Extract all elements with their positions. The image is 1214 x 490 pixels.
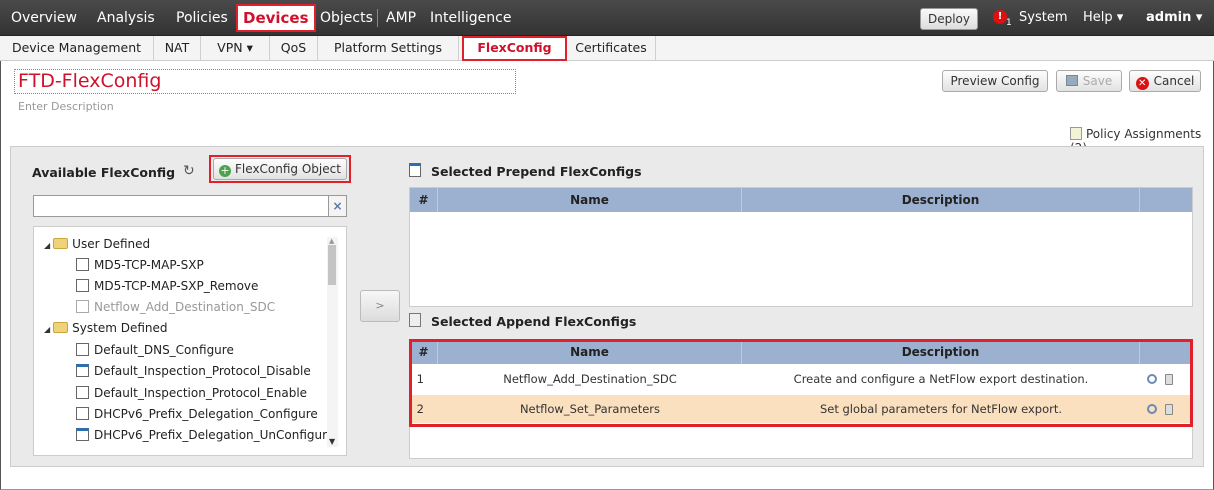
search-input[interactable] [33, 195, 329, 217]
append-icon [409, 313, 421, 327]
alert-icon[interactable]: ! [993, 10, 1007, 24]
save-label: Save [1082, 74, 1113, 88]
top-navigation-bar: Overview Analysis Policies Devices Objec… [0, 0, 1214, 36]
nav-overview[interactable]: Overview [11, 0, 77, 36]
tree-item-label: DHCPv6_Prefix_Delegation_UnConfigure [94, 428, 335, 442]
prepend-icon [409, 163, 421, 177]
add-to-selected-button[interactable]: > [360, 290, 400, 322]
tree-item-label: Default_Inspection_Protocol_Disable [94, 364, 311, 378]
document-icon [76, 279, 89, 292]
tree-folder-label: System Defined [72, 321, 168, 335]
nav-admin[interactable]: admin ▾ [1146, 0, 1202, 36]
tree-item-label: MD5-TCP-MAP-SXP [94, 258, 204, 272]
column-header-number: # [410, 188, 438, 212]
document-icon [76, 258, 89, 271]
tree-scrollbar[interactable]: ▲ ▼ [327, 237, 338, 447]
tree-item[interactable]: Netflow_Add_Destination_SDC [76, 297, 275, 317]
tab-flexconfig[interactable]: FlexConfig [462, 36, 567, 61]
preview-config-button[interactable]: Preview Config [942, 70, 1048, 92]
tree-item-label: Default_DNS_Configure [94, 343, 234, 357]
prepend-table-header: # Name Description [410, 188, 1192, 212]
tree-item[interactable]: MD5-TCP-MAP-SXP_Remove [76, 276, 258, 296]
flexconfig-tree: ◢ User Defined MD5-TCP-MAP-SXP MD5-TCP-MA… [33, 226, 347, 456]
cancel-button[interactable]: ✕ Cancel [1129, 70, 1201, 92]
tree-item[interactable]: MD5-TCP-MAP-SXP [76, 255, 204, 275]
nav-policies[interactable]: Policies [176, 0, 228, 36]
save-button[interactable]: Save [1056, 70, 1122, 92]
column-header-description: Description [742, 188, 1140, 212]
tab-nat[interactable]: NAT [154, 36, 201, 61]
document-icon [76, 386, 89, 399]
folder-icon [53, 322, 69, 333]
folder-icon [53, 238, 69, 249]
tab-device-management[interactable]: Device Management [0, 36, 154, 61]
save-icon [1065, 75, 1078, 86]
scroll-up-icon[interactable]: ▲ [329, 237, 334, 245]
tab-qos[interactable]: QoS [270, 36, 318, 61]
document-icon [76, 343, 89, 356]
scroll-down-icon[interactable]: ▼ [329, 437, 335, 446]
tree-item[interactable]: Default_DNS_Configure [76, 340, 234, 360]
prepend-table: # Name Description [409, 187, 1193, 307]
alert-count: 1 [1006, 18, 1012, 28]
nav-help[interactable]: Help ▾ [1083, 0, 1123, 36]
refresh-icon[interactable]: ↻ [183, 163, 195, 179]
append-table-highlight [409, 339, 1193, 427]
tab-platform-settings[interactable]: Platform Settings [318, 36, 459, 61]
scrollbar-thumb[interactable] [328, 245, 336, 285]
clear-search-icon[interactable]: × [329, 195, 347, 217]
tab-vpn[interactable]: VPN ▾ [201, 36, 270, 61]
document-icon [76, 428, 89, 441]
policy-assignments-icon [1070, 127, 1082, 140]
document-icon [76, 300, 89, 313]
tree-item[interactable]: DHCPv6_Prefix_Delegation_UnConfigure [76, 425, 334, 445]
tree-folder-system-defined[interactable]: ◢ System Defined [44, 318, 168, 338]
expand-triangle-icon[interactable]: ◢ [44, 236, 50, 256]
cancel-icon: ✕ [1135, 77, 1149, 90]
sub-navigation-bar: Device Management NAT VPN ▾ QoS Platform… [0, 36, 1214, 61]
flexconfig-object-label: FlexConfig Object [235, 162, 341, 176]
nav-analysis[interactable]: Analysis [97, 0, 155, 36]
tree-item[interactable]: Default_Inspection_Protocol_Enable [76, 383, 307, 403]
policy-name-field[interactable]: FTD-FlexConfig [14, 69, 516, 94]
tree-item-label: MD5-TCP-MAP-SXP_Remove [94, 279, 259, 293]
expand-triangle-icon[interactable]: ◢ [44, 320, 50, 340]
nav-system[interactable]: System [1019, 0, 1067, 36]
nav-intelligence[interactable]: Intelligence [430, 0, 511, 36]
nav-amp[interactable]: AMP [386, 0, 416, 36]
description-field[interactable]: Enter Description [18, 100, 114, 113]
tree-item-label: Default_Inspection_Protocol_Enable [94, 386, 308, 400]
document-icon [76, 407, 89, 420]
tree-item-label: Netflow_Add_Destination_SDC [94, 300, 276, 314]
deploy-button[interactable]: Deploy [920, 8, 978, 30]
add-circle-icon: + [219, 164, 232, 177]
append-title: Selected Append FlexConfigs [431, 314, 637, 329]
nav-devices[interactable]: Devices [236, 4, 316, 32]
document-icon [76, 364, 89, 377]
tree-folder-label: User Defined [72, 237, 151, 251]
column-header-name: Name [438, 188, 742, 212]
tree-item[interactable]: DHCPv6_Prefix_Delegation_Configure [76, 404, 318, 424]
cancel-label: Cancel [1153, 74, 1195, 88]
nav-objects[interactable]: Objects [320, 0, 373, 36]
tree-item[interactable]: Default_Inspection_Protocol_Disable [76, 361, 311, 381]
tab-certificates[interactable]: Certificates [567, 36, 656, 61]
tree-item-label: DHCPv6_Prefix_Delegation_Configure [94, 407, 318, 421]
tree-folder-user-defined[interactable]: ◢ User Defined [44, 234, 150, 254]
available-flexconfig-title: Available FlexConfig [32, 165, 176, 180]
flexconfig-object-button[interactable]: + FlexConfig Object [213, 158, 347, 180]
prepend-title: Selected Prepend FlexConfigs [431, 164, 642, 179]
nav-separator [377, 9, 378, 27]
column-header-actions [1140, 188, 1192, 212]
